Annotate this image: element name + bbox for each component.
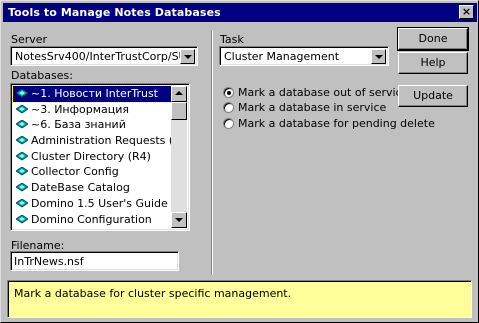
list-item[interactable]: ~3. Информация	[13, 102, 173, 118]
vertical-divider	[211, 30, 213, 275]
list-item[interactable]: ~6. База знаний	[13, 117, 173, 133]
option-label: Mark a database out of service	[238, 86, 409, 99]
database-icon	[16, 214, 28, 223]
help-button[interactable]: Help	[398, 52, 468, 74]
list-item-label: ~3. Информация	[31, 102, 130, 116]
databases-label: Databases:	[11, 69, 73, 82]
task-value: Cluster Management	[224, 50, 340, 63]
radio-button[interactable]	[223, 118, 234, 129]
list-item[interactable]: Administration Requests (R4.5)	[13, 133, 173, 149]
database-icon	[16, 104, 28, 114]
list-item-label: Cluster Directory (R4)	[31, 149, 151, 163]
radio-button-checked[interactable]	[223, 87, 234, 98]
option-label: Mark a database in service	[238, 101, 387, 114]
database-icon	[16, 183, 28, 192]
list-item-label: Domino 1.5 User's Guide	[31, 196, 168, 210]
database-icon	[16, 167, 28, 176]
database-icon	[16, 120, 28, 129]
databases-scrollbar[interactable]	[171, 86, 187, 228]
list-item-label: ~6. База знаний	[31, 118, 126, 132]
hint-text: Mark a database for cluster specific man…	[14, 287, 292, 300]
radio-button[interactable]	[223, 102, 234, 113]
close-button[interactable]: ×	[459, 5, 474, 19]
window-title: Tools to Manage Notes Databases	[8, 6, 221, 19]
database-icon	[16, 89, 28, 98]
filename-field[interactable]: InTrNews.nsf	[10, 251, 179, 271]
list-item-label: Domino Configuration	[31, 212, 152, 226]
list-item-label: DateBase Catalog	[31, 181, 130, 195]
list-item-label: ~1. Новости InterTrust	[31, 87, 158, 100]
chevron-down-icon	[175, 218, 183, 222]
databases-listbox[interactable]: ~1. Новости InterTrust ~3. Информация ~6…	[10, 83, 190, 231]
database-icon	[16, 198, 28, 208]
server-value: NotesSrv400/InterTrustCorp/SU	[15, 50, 187, 63]
list-item[interactable]: Domino Configuration	[13, 212, 173, 228]
server-dropdown-arrow[interactable]	[180, 49, 195, 64]
filename-value: InTrNews.nsf	[14, 255, 84, 268]
scroll-up-button[interactable]	[171, 86, 187, 102]
list-item[interactable]: Cluster Directory (R4)	[13, 149, 173, 165]
list-item-label: Administration Requests (R4.5)	[31, 134, 173, 148]
database-icon	[16, 136, 28, 145]
dialog-window: Tools to Manage Notes Databases × Server…	[0, 0, 479, 323]
chevron-down-icon	[184, 55, 192, 59]
list-item[interactable]: DateBase Catalog	[13, 180, 173, 196]
server-combobox[interactable]: NotesSrv400/InterTrustCorp/SU	[10, 46, 198, 66]
task-combobox[interactable]: Cluster Management	[219, 46, 389, 66]
databases-list: ~1. Новости InterTrust ~3. Информация ~6…	[12, 85, 174, 228]
list-item[interactable]: Domino 1.5 User's Guide	[13, 196, 173, 212]
update-button[interactable]: Update	[398, 85, 468, 107]
done-button[interactable]: Done	[397, 27, 469, 51]
scroll-down-button[interactable]	[171, 212, 187, 228]
database-icon	[16, 151, 28, 161]
hint-panel: Mark a database for cluster specific man…	[7, 280, 472, 318]
option-label: Mark a database for pending delete	[238, 117, 435, 130]
scroll-thumb[interactable]	[171, 102, 187, 120]
server-label: Server	[11, 33, 48, 46]
list-item[interactable]: Collector Config	[13, 164, 173, 180]
chevron-down-icon	[375, 55, 383, 59]
list-item[interactable]: ~1. Новости InterTrust	[12, 85, 174, 103]
task-label: Task	[220, 33, 244, 46]
title-bar: Tools to Manage Notes Databases ×	[3, 3, 477, 22]
task-dropdown-arrow[interactable]	[371, 49, 386, 64]
list-item-label: Collector Config	[31, 165, 119, 179]
chevron-up-icon	[175, 91, 183, 95]
